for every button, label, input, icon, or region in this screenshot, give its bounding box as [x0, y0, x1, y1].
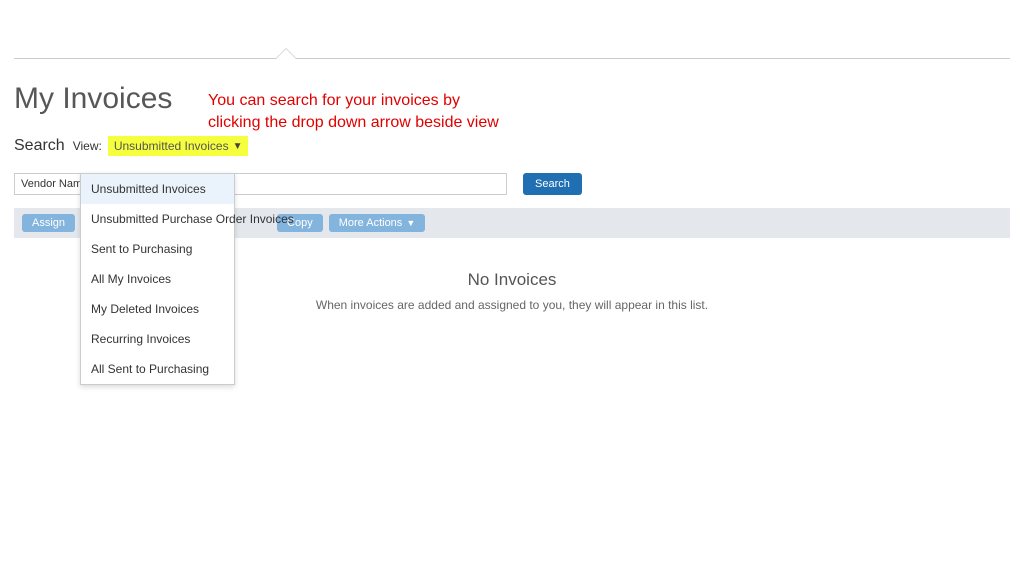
- header-caret-icon: [276, 48, 296, 60]
- view-dropdown-menu: Unsubmitted Invoices Unsubmitted Purchas…: [80, 173, 235, 385]
- header-divider: [14, 58, 1010, 59]
- view-option-unsubmitted-po-invoices[interactable]: Unsubmitted Purchase Order Invoices: [81, 204, 234, 234]
- view-option-all-sent-to-purchasing[interactable]: All Sent to Purchasing: [81, 354, 234, 384]
- view-label: View:: [73, 139, 102, 153]
- search-input[interactable]: [213, 173, 507, 195]
- search-label: Search: [14, 137, 65, 155]
- view-dropdown-toggle[interactable]: Unsubmitted Invoices ▼: [108, 136, 249, 156]
- more-actions-button[interactable]: More Actions ▼: [329, 214, 426, 232]
- page-title: My Invoices: [14, 82, 172, 116]
- view-option-all-my-invoices[interactable]: All My Invoices: [81, 264, 234, 294]
- chevron-down-icon: ▼: [406, 218, 415, 228]
- view-option-sent-to-purchasing[interactable]: Sent to Purchasing: [81, 234, 234, 264]
- search-button[interactable]: Search: [523, 173, 582, 195]
- view-selected-value: Unsubmitted Invoices: [114, 139, 229, 153]
- chevron-down-icon: ▼: [233, 141, 243, 152]
- annotation-text: You can search for your invoices by clic…: [208, 90, 508, 133]
- assign-button[interactable]: Assign: [22, 214, 75, 232]
- view-option-recurring-invoices[interactable]: Recurring Invoices: [81, 324, 234, 354]
- search-view-row: Search View: Unsubmitted Invoices ▼: [14, 136, 248, 156]
- view-option-my-deleted-invoices[interactable]: My Deleted Invoices: [81, 294, 234, 324]
- more-actions-label: More Actions: [339, 217, 403, 229]
- view-option-unsubmitted-invoices[interactable]: Unsubmitted Invoices: [81, 174, 234, 204]
